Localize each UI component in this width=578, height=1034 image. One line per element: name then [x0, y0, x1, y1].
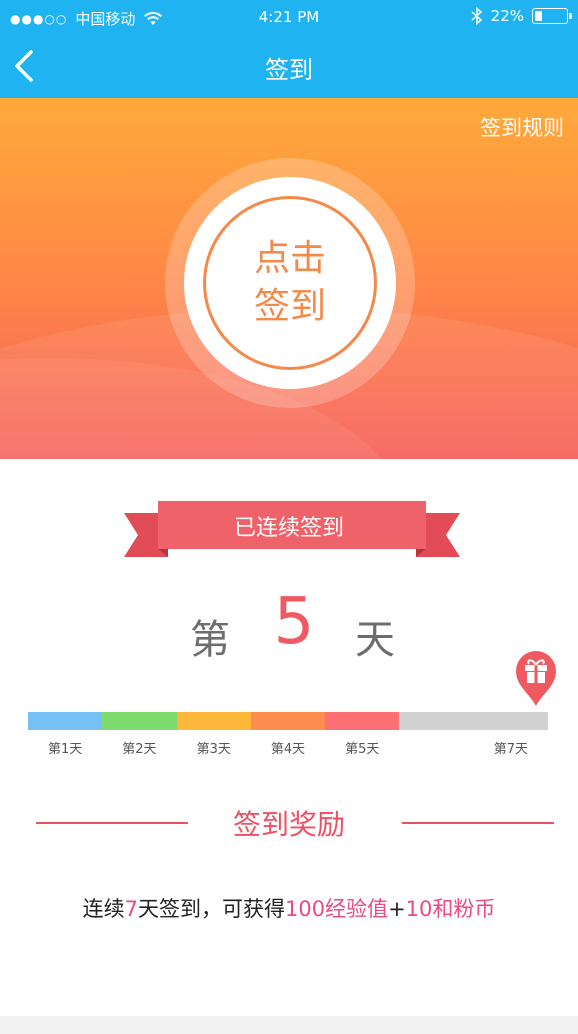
- sign-in-rules-link[interactable]: 签到规则: [480, 112, 564, 142]
- streak-progress-bar: [28, 712, 548, 730]
- day-label: 第5天: [345, 742, 380, 757]
- day-label: 第3天: [196, 742, 231, 757]
- reward-divider-right: [402, 822, 554, 824]
- day-label: 第7天: [493, 742, 528, 757]
- sign-button-label-line2: 签到: [253, 286, 326, 327]
- sign-in-hero: 签到规则 点击 签到: [0, 98, 578, 459]
- reward-desc-coins: 10和粉币: [405, 897, 496, 921]
- streak-banner-text: 已连续签到: [233, 516, 344, 541]
- reward-desc-days: 7: [124, 897, 138, 921]
- progress-segment-day-4: [250, 712, 326, 730]
- battery-percent: 22%: [490, 7, 524, 25]
- streak-suffix: 天: [355, 617, 395, 663]
- reward-description: 连续7天签到，可获得100经验值+10和粉币: [0, 893, 578, 923]
- streak-days-number: 5: [273, 585, 315, 659]
- reward-desc-part2: 天签到，可获得: [137, 897, 285, 921]
- page-title: 签到: [265, 56, 313, 84]
- progress-segment-day-5: [325, 712, 400, 730]
- streak-prefix: 第: [190, 617, 230, 663]
- day-label: 第2天: [122, 742, 157, 757]
- progress-segment-day-2: [102, 712, 177, 730]
- streak-counter: 第 5 天: [0, 585, 578, 665]
- day-label: 第4天: [270, 742, 306, 757]
- bluetooth-icon: [471, 7, 482, 25]
- sign-button-label-line1: 点击: [253, 238, 326, 279]
- progress-segment-day-3: [176, 712, 251, 730]
- gift-icon: [516, 651, 556, 706]
- day-label: 第1天: [48, 742, 83, 757]
- reward-desc-part1: 连续: [82, 897, 125, 921]
- battery-fill: [535, 11, 543, 21]
- battery-icon: [532, 8, 572, 24]
- reward-desc-exp: 100经验值: [284, 897, 389, 921]
- progress-segment-day-1: [28, 712, 103, 730]
- status-bar: ●●●○○ 中国移动 4:21 PM 22%: [0, 0, 578, 34]
- sign-in-button[interactable]: 点击 签到: [184, 177, 396, 389]
- nav-bar: 签到: [0, 34, 578, 98]
- bottom-strip: [0, 1016, 578, 1034]
- reward-desc-plus: +: [388, 897, 406, 921]
- sign-button-ring: 点击 签到: [203, 196, 377, 370]
